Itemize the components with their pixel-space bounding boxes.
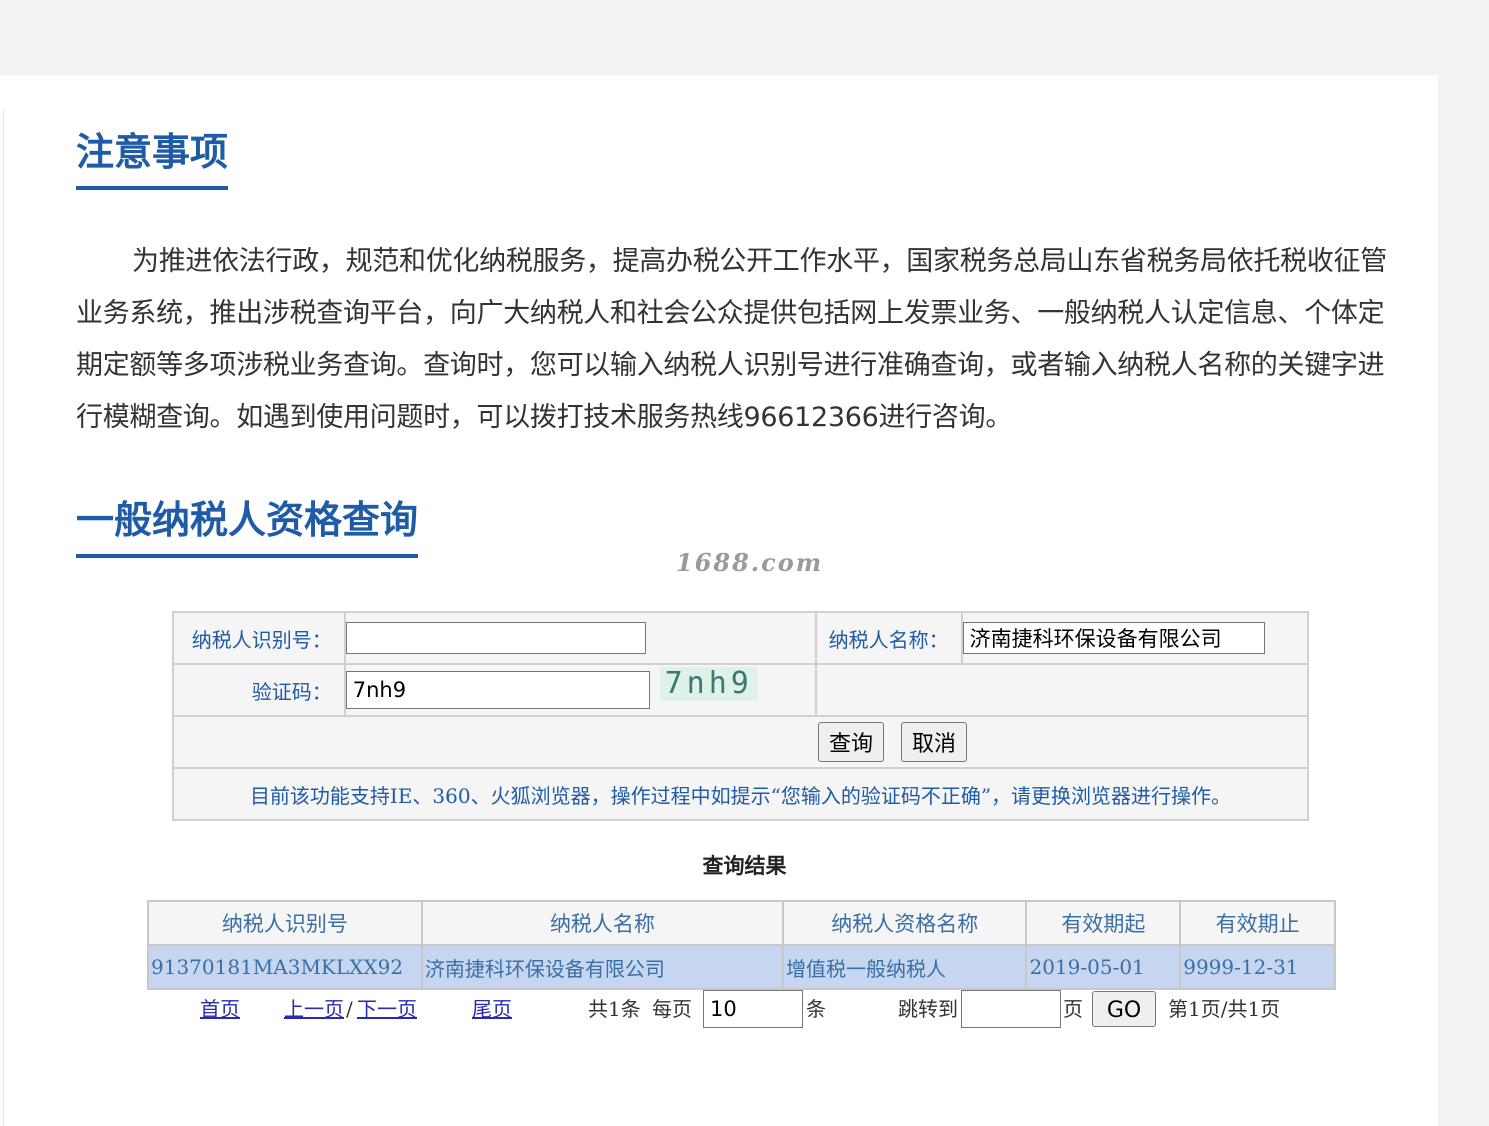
- cell-valid-to: 9999-12-31: [1179, 944, 1336, 990]
- cancel-button[interactable]: 取消: [901, 722, 968, 762]
- panel-divider: [3, 110, 4, 1126]
- next-page-link[interactable]: 下一页: [357, 990, 417, 1028]
- first-page-link[interactable]: 首页: [200, 990, 240, 1028]
- taxpayer-id-label: 纳税人识别号：: [172, 611, 346, 665]
- button-row: 查询 取消: [172, 715, 1309, 769]
- query-form: 纳税人识别号： 纳税人名称： 验证码： 7nh9 查询 取消 目前该功能支持IE…: [172, 611, 1310, 821]
- last-page-link[interactable]: 尾页: [472, 990, 512, 1028]
- taxpayer-name-label: 纳税人名称：: [814, 611, 963, 665]
- per-page-label: 每页: [652, 997, 692, 1021]
- jump-label: 跳转到: [898, 997, 958, 1021]
- go-button[interactable]: GO: [1092, 991, 1156, 1027]
- empty-cell: [814, 663, 1310, 717]
- taxpayer-name-cell: [960, 611, 1310, 665]
- per-page-unit: 条: [806, 997, 826, 1021]
- watermark: 1688.com: [676, 548, 824, 577]
- table-row[interactable]: 91370181MA3MKLXX92 济南捷科环保设备有限公司 增值税一般纳税人…: [147, 944, 1336, 990]
- column-header: 纳税人资格名称: [782, 900, 1028, 946]
- column-header: 纳税人识别号: [147, 900, 423, 946]
- taxpayer-name-input[interactable]: [962, 622, 1265, 654]
- pagination: 首页 上一页 / 下一页 尾页 共1条 每页 条 跳转到 页 GO 第1页/共1…: [0, 990, 1489, 1028]
- taxpayer-id-input[interactable]: [345, 622, 646, 654]
- query-button[interactable]: 查询: [817, 722, 884, 762]
- query-title: 一般纳税人资格查询: [76, 498, 419, 558]
- taxpayer-id-cell: [343, 611, 817, 665]
- cell-qualification: 增值税一般纳税人: [782, 944, 1028, 990]
- captcha-cell: 7nh9: [343, 663, 817, 717]
- total-count: 共1条: [588, 997, 641, 1021]
- captcha-label: 验证码：: [172, 663, 346, 717]
- results-title: 查询结果: [702, 853, 787, 878]
- prev-page-link[interactable]: 上一页: [284, 990, 344, 1028]
- cell-valid-from: 2019-05-01: [1025, 944, 1182, 990]
- results-header-row: 纳税人识别号 纳税人名称 纳税人资格名称 有效期起 有效期止: [147, 900, 1336, 946]
- column-header: 纳税人名称: [420, 900, 785, 946]
- captcha-image[interactable]: 7nh9: [659, 667, 758, 701]
- column-header: 有效期止: [1179, 900, 1336, 946]
- cell-taxpayer-id: 91370181MA3MKLXX92: [147, 944, 423, 990]
- page-info: 第1页/共1页: [1168, 997, 1281, 1021]
- captcha-input[interactable]: [345, 671, 650, 709]
- browser-notice: 目前该功能支持IE、360、火狐浏览器，操作过程中如提示“您输入的验证码不正确”…: [172, 767, 1309, 821]
- results-table: 纳税人识别号 纳税人名称 纳税人资格名称 有效期起 有效期止 91370181M…: [147, 900, 1336, 990]
- page-unit: 页: [1063, 997, 1083, 1021]
- pager-separator: /: [346, 997, 353, 1021]
- notice-title: 注意事项: [76, 130, 229, 190]
- jump-page-input[interactable]: [961, 990, 1061, 1028]
- column-header: 有效期起: [1025, 900, 1182, 946]
- per-page-input[interactable]: [703, 990, 803, 1028]
- notice-body: 为推进依法行政，规范和优化纳税服务，提高办税公开工作水平，国家税务总局山东省税务…: [76, 246, 1387, 433]
- cell-taxpayer-name: 济南捷科环保设备有限公司: [420, 944, 785, 990]
